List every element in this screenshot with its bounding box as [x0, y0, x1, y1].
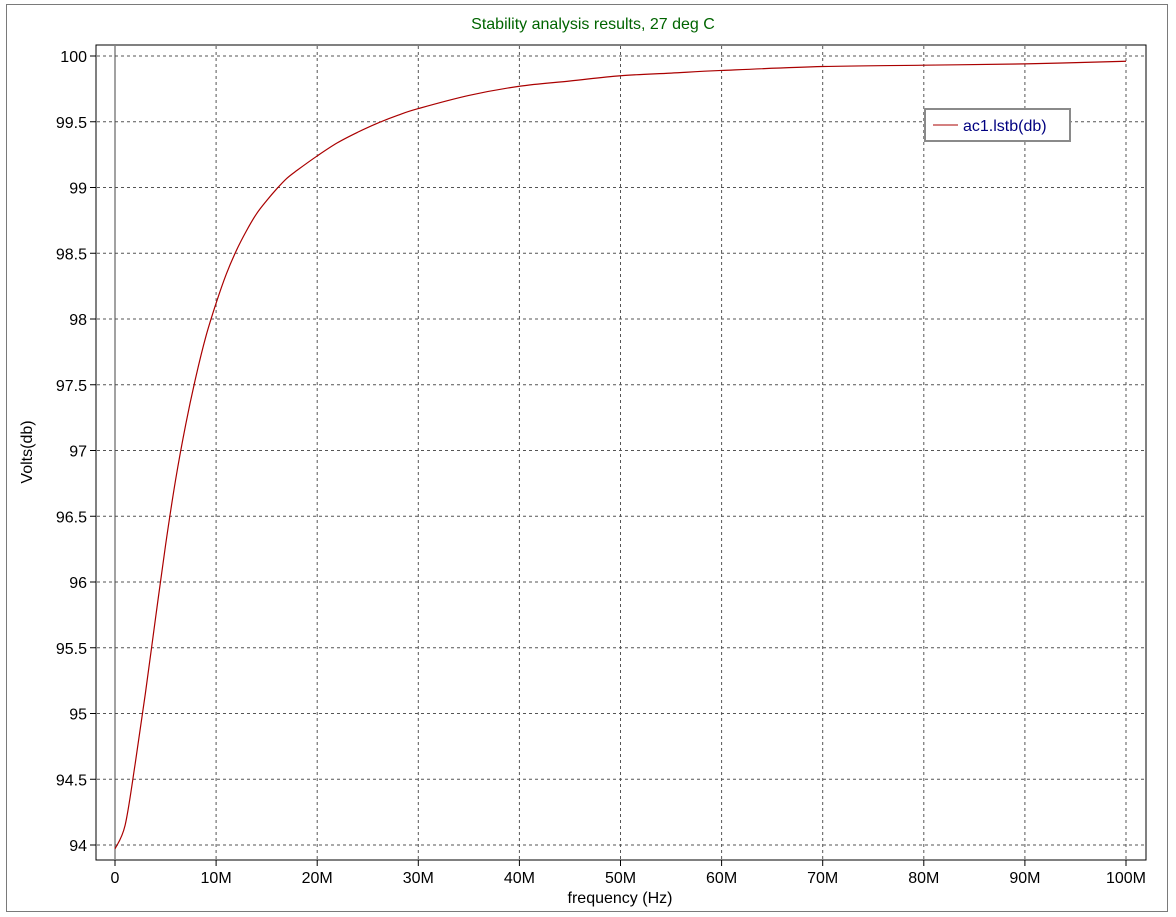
- y-tick-label: 95.5: [56, 641, 87, 658]
- x-tick-label: 50M: [605, 870, 636, 887]
- y-tick-label: 100: [60, 49, 87, 66]
- y-tick-label: 95: [69, 707, 87, 724]
- legend-label: ac1.lstb(db): [963, 118, 1047, 135]
- x-axis: 0 10M 20M 30M 40M 50M 60M 70M 80M 90M 100M: [111, 860, 1146, 887]
- x-tick-label: 20M: [302, 870, 333, 887]
- y-tick-label: 96: [69, 575, 87, 592]
- y-tick-label: 97.5: [56, 378, 87, 395]
- chart-title: Stability analysis results, 27 deg C: [471, 16, 715, 33]
- x-tick-label: 90M: [1009, 870, 1040, 887]
- y-tick-label: 99: [69, 181, 87, 198]
- y-tick-label: 98: [69, 312, 87, 329]
- y-tick-label: 94: [69, 838, 87, 855]
- y-tick-label: 94.5: [56, 772, 87, 789]
- y-tick-label: 99.5: [56, 115, 87, 132]
- x-tick-label: 70M: [807, 870, 838, 887]
- x-tick-label: 10M: [201, 870, 232, 887]
- x-tick-label: 30M: [403, 870, 434, 887]
- x-tick-label: 80M: [908, 870, 939, 887]
- x-tick-label: 40M: [504, 870, 535, 887]
- x-tick-label: 100M: [1106, 870, 1146, 887]
- y-tick-label: 97: [69, 444, 87, 461]
- x-tick-label: 60M: [706, 870, 737, 887]
- chart: Stability analysis results, 27 deg C 0 10…: [19, 16, 1147, 907]
- y-axis: 94 94.5 95 95.5 96 96.5 97 97.5 98 98.5 99 99.5 100: [56, 49, 96, 855]
- legend: ac1.lstb(db): [924, 108, 1071, 142]
- x-axis-label: frequency (Hz): [568, 890, 673, 907]
- y-axis-label: Volts(db): [19, 420, 36, 483]
- y-tick-label: 98.5: [56, 246, 87, 263]
- x-tick-label: 0: [111, 870, 120, 887]
- y-tick-label: 96.5: [56, 509, 87, 526]
